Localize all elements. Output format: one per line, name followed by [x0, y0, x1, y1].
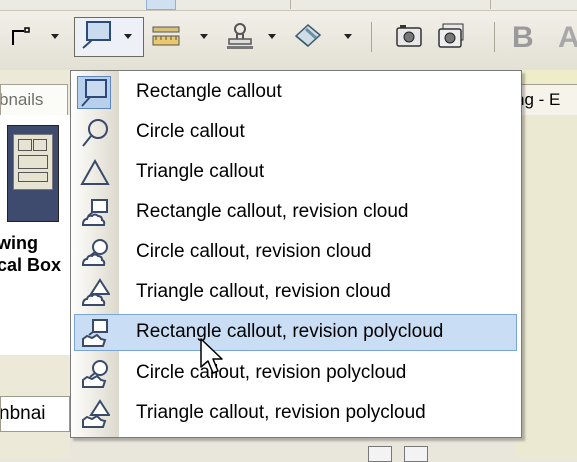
thumbnail-caption-line: wing — [0, 233, 38, 253]
selected-tool-button[interactable] — [146, 0, 176, 10]
toolbar-separator — [290, 0, 291, 9]
triangle-callout-icon — [79, 157, 111, 188]
chevron-down-icon — [200, 33, 208, 39]
menu-item-triangle-callout-polycloud[interactable]: Triangle callout, revision polycloud — [71, 394, 521, 433]
page-thumbnail[interactable] — [7, 125, 59, 222]
triangle-callout-cloud-icon — [79, 277, 111, 308]
stamp-tool-dropdown[interactable] — [264, 22, 276, 50]
dimension-tool-icon — [152, 26, 180, 46]
menu-item-label: Triangle callout — [136, 161, 265, 182]
stamp-tool-button[interactable] — [224, 22, 256, 50]
thumbnails-panel-title[interactable]: bnails — [0, 84, 68, 116]
menu-item-circle-callout-cloud[interactable]: Circle callout, revision cloud — [71, 233, 521, 272]
highlight-tool-dropdown[interactable] — [340, 22, 352, 50]
line-tool-dropdown[interactable] — [47, 22, 59, 50]
circle-callout-icon — [79, 117, 111, 148]
menu-item-triangle-callout-cloud[interactable]: Triangle callout, revision cloud — [71, 273, 521, 312]
dimension-tool-button[interactable] — [150, 22, 182, 50]
line-tool-button[interactable] — [10, 22, 32, 50]
rectangle-callout-cloud-icon — [79, 197, 111, 228]
menu-item-label: Circle callout, revision polycloud — [136, 362, 407, 383]
menu-item-circle-callout[interactable]: Circle callout — [71, 113, 521, 152]
multi-camera-icon — [438, 23, 464, 48]
menu-item-triangle-callout[interactable]: Triangle callout — [71, 153, 521, 192]
line-tool-icon — [12, 27, 30, 45]
bottom-buttons — [368, 438, 448, 462]
chevron-down-icon — [51, 33, 59, 39]
toolbar-separator — [371, 22, 372, 52]
eraser-icon — [294, 24, 322, 47]
menu-item-rectangle-callout-cloud[interactable]: Rectangle callout, revision cloud — [71, 193, 521, 232]
rectangle-callout-icon — [82, 21, 111, 49]
callout-dropdown-menu: Rectangle callout Circle callout Triangl… — [70, 70, 522, 438]
toolbar-separator — [494, 22, 495, 52]
thumbnails-panel-title-2[interactable]: nbnai — [0, 396, 70, 432]
toolbar-separator — [490, 0, 491, 9]
menu-item-label: Rectangle callout, revision polycloud — [136, 321, 444, 342]
menu-item-label: Rectangle callout, revision cloud — [136, 201, 409, 222]
thumbnail-caption-line: cal Box — [0, 255, 62, 275]
menu-item-circle-callout-polycloud[interactable]: Circle callout, revision polycloud — [71, 354, 521, 393]
font-color-button[interactable]: A — [558, 21, 577, 55]
dimension-tool-dropdown[interactable] — [196, 22, 208, 50]
document-canvas — [516, 115, 577, 458]
menu-item-rectangle-callout[interactable]: Rectangle callout — [71, 73, 521, 112]
panel-button[interactable] — [404, 446, 428, 462]
menu-item-label: Triangle callout, revision cloud — [136, 281, 391, 302]
thumbnail-caption: wing cal Box — [0, 232, 70, 276]
menu-item-label: Rectangle callout — [136, 81, 282, 102]
camera-icon — [396, 25, 422, 47]
chevron-down-icon — [344, 33, 352, 39]
mouse-cursor-icon — [200, 338, 223, 374]
bold-button[interactable]: B — [512, 21, 534, 55]
menu-item-label: Circle callout — [136, 121, 245, 142]
snapshot-all-button[interactable] — [436, 22, 466, 50]
panel-button[interactable] — [368, 446, 392, 462]
snapshot-button[interactable] — [394, 22, 424, 50]
menu-item-rectangle-callout-polycloud[interactable]: Rectangle callout, revision polycloud — [71, 313, 521, 352]
triangle-callout-polycloud-icon — [79, 398, 111, 429]
chevron-down-icon — [124, 33, 132, 39]
toolbar: B A — [0, 0, 577, 70]
menu-item-label: Triangle callout, revision polycloud — [136, 402, 426, 423]
callout-tool-dropdown[interactable] — [120, 22, 132, 50]
rectangle-callout-icon — [77, 76, 111, 109]
circle-callout-cloud-icon — [79, 237, 111, 268]
chevron-down-icon — [268, 33, 276, 39]
rectangle-callout-polycloud-icon — [79, 317, 111, 348]
stamp-icon — [227, 23, 253, 49]
thumbnail-preview — [13, 134, 53, 190]
menu-item-label: Circle callout, revision cloud — [136, 241, 372, 262]
top-toolbar-strip — [0, 0, 577, 11]
highlight-tool-button[interactable] — [290, 22, 324, 50]
circle-callout-polycloud-icon — [79, 358, 111, 389]
callout-tool-icon-wrap — [80, 20, 112, 49]
